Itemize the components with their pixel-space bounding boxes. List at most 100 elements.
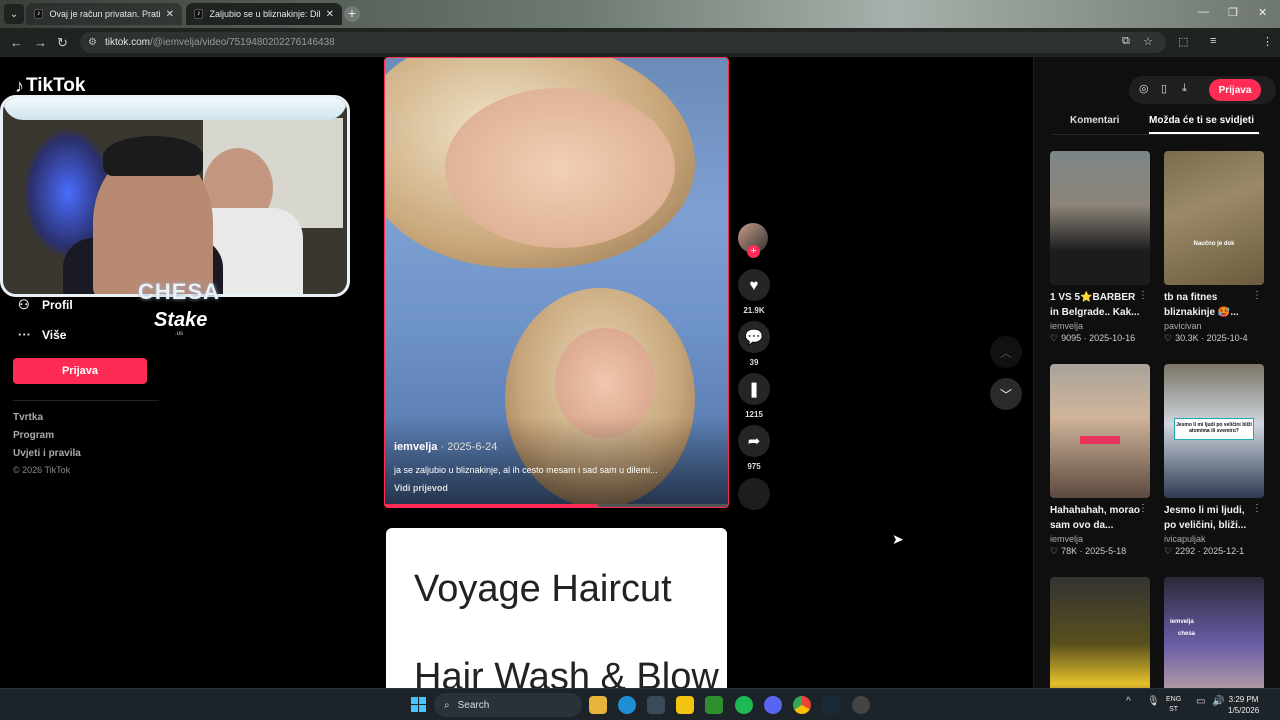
reading-list-icon[interactable]: ≡ bbox=[1210, 35, 1216, 47]
store-icon[interactable] bbox=[647, 696, 665, 714]
edge-icon[interactable] bbox=[618, 696, 636, 714]
card-author[interactable]: ivicapuljak bbox=[1164, 534, 1264, 544]
install-app-icon[interactable]: ⧉ bbox=[1122, 35, 1130, 48]
back-icon[interactable]: ← bbox=[10, 35, 23, 50]
recommended-video-card[interactable]: 1 VS 5⭐BARBER in Belgrade.. Kak... ⋮ iem… bbox=[1050, 151, 1150, 344]
site-info-icon[interactable]: ⚙ bbox=[88, 37, 97, 48]
recommended-video-card[interactable]: Jesmo li mi ljudi po veličini bliži atom… bbox=[1164, 364, 1264, 557]
video-progress-bar[interactable] bbox=[385, 504, 728, 507]
more-options-icon[interactable]: ⋮ bbox=[1252, 290, 1262, 301]
tab-search-button[interactable]: ⌄ bbox=[4, 4, 24, 24]
video-thumbnail[interactable]: Jesmo li mi ljudi po veličini bliži atom… bbox=[1164, 364, 1264, 498]
music-disc[interactable] bbox=[738, 478, 770, 510]
file-explorer-icon[interactable] bbox=[589, 696, 607, 714]
reload-icon[interactable]: ↻ bbox=[57, 35, 68, 51]
footer-link-tvrtka[interactable]: Tvrtka bbox=[13, 412, 43, 423]
video-author[interactable]: iemvelja bbox=[394, 441, 437, 453]
discord-icon[interactable] bbox=[764, 696, 782, 714]
card-title[interactable]: tb na fitnes bliznakinje 🥵... bbox=[1164, 290, 1256, 320]
video-thumbnail[interactable] bbox=[1050, 577, 1150, 688]
close-tab-icon[interactable]: ✕ bbox=[166, 9, 174, 20]
comment-button[interactable]: 💬 bbox=[738, 321, 770, 353]
more-options-icon[interactable]: ⋮ bbox=[1252, 503, 1262, 514]
new-tab-button[interactable]: + bbox=[344, 6, 360, 22]
browser-tab-1[interactable]: ♪ Ovaj je račun privatan. Prati ov... ✕ bbox=[26, 3, 182, 25]
settings-icon[interactable] bbox=[852, 696, 870, 714]
steam-icon[interactable] bbox=[822, 696, 840, 714]
forward-icon[interactable]: → bbox=[34, 35, 47, 50]
video-thumbnail[interactable] bbox=[1050, 364, 1150, 498]
webcam-overlay bbox=[0, 95, 350, 297]
restore-icon[interactable]: ❐ bbox=[1228, 6, 1238, 19]
login-button[interactable]: Prijava bbox=[13, 358, 147, 384]
footer-link-program[interactable]: Program bbox=[13, 430, 54, 441]
card-author[interactable]: iemvelja bbox=[1050, 321, 1150, 331]
video-thumbnail[interactable]: Naučno je dok bbox=[1164, 151, 1264, 285]
login-button-top[interactable]: Prijava bbox=[1209, 79, 1261, 101]
next-video-button[interactable]: ﹀ bbox=[990, 378, 1022, 410]
taskbar-search[interactable]: ⌕ Search bbox=[434, 693, 582, 717]
more-options-icon[interactable]: ⋮ bbox=[1138, 503, 1148, 514]
browser-menu-icon[interactable]: ⋮ bbox=[1262, 35, 1273, 48]
footer-link-terms[interactable]: Uvjeti i pravila bbox=[13, 448, 81, 459]
minimize-icon[interactable]: — bbox=[1198, 6, 1209, 18]
speaker-icon[interactable]: 🔊 bbox=[1212, 696, 1224, 707]
card-author[interactable]: pavicivan bbox=[1164, 321, 1264, 331]
next-video-preview[interactable]: Voyage Haircut Hair Wash & Blow bbox=[386, 528, 727, 688]
recommended-video-card[interactable]: Hahahahah, morao sam ovo da... ⋮ iemvelj… bbox=[1050, 364, 1150, 557]
download-icon[interactable]: ⤓ bbox=[1182, 82, 1187, 95]
translate-link[interactable]: Vidi prijevod bbox=[394, 483, 448, 493]
video-thumbnail[interactable] bbox=[1050, 151, 1150, 285]
notes-icon[interactable] bbox=[676, 696, 694, 714]
card-title[interactable]: 1 VS 5⭐BARBER in Belgrade.. Kak... bbox=[1050, 290, 1142, 320]
previous-video-button[interactable]: ︿ bbox=[990, 336, 1022, 368]
taskbar-clock[interactable]: 3:29 PM 1/5/2026 bbox=[1228, 694, 1259, 716]
video-player[interactable]: iemvelja · 2025-6-24 ja se zaljubio u bl… bbox=[384, 57, 729, 508]
card-title[interactable]: Hahahahah, morao sam ovo da... bbox=[1050, 503, 1142, 533]
next-video-text-1: Voyage Haircut bbox=[414, 568, 672, 610]
windows-start-icon[interactable] bbox=[411, 697, 427, 713]
tab-komentari[interactable]: Komentari bbox=[1070, 115, 1119, 126]
tab-recommendations[interactable]: Možda će ti se svidjeti bbox=[1149, 115, 1254, 126]
sidebar-item-profil[interactable]: ⚇ Profil bbox=[18, 297, 73, 313]
recommended-video-card[interactable] bbox=[1050, 577, 1150, 688]
card-author[interactable]: iemvelja bbox=[1050, 534, 1150, 544]
more-options-icon[interactable]: ⋮ bbox=[1138, 290, 1148, 301]
follow-plus-icon[interactable]: + bbox=[747, 245, 760, 258]
recommended-video-card[interactable]: iemvelja chesa bbox=[1164, 577, 1264, 688]
compass-icon[interactable]: ◎ bbox=[1139, 82, 1149, 95]
video-subject-face bbox=[445, 88, 675, 248]
spotify-icon[interactable] bbox=[735, 696, 753, 714]
close-window-icon[interactable]: ✕ bbox=[1258, 6, 1267, 19]
close-tab-icon[interactable]: ✕ bbox=[326, 9, 334, 20]
xbox-icon[interactable] bbox=[705, 696, 723, 714]
extensions-icon[interactable]: ⬚ bbox=[1178, 35, 1188, 48]
user-icon: ⚇ bbox=[18, 297, 30, 312]
like-button[interactable]: ♥ bbox=[738, 269, 770, 301]
card-date: 2025-10-4 bbox=[1206, 333, 1248, 343]
card-title[interactable]: Jesmo li mi ljudi, po veličini, bliži... bbox=[1164, 503, 1256, 533]
microphone-icon[interactable]: 🎙 bbox=[1147, 696, 1160, 707]
sponsor-suffix: .us bbox=[175, 331, 184, 337]
save-button[interactable]: ❚ bbox=[738, 373, 770, 405]
share-button[interactable]: ➦ bbox=[738, 425, 770, 457]
device-icon[interactable]: ▯ bbox=[1161, 82, 1167, 95]
url-field[interactable]: ⚙ tiktok.com/@iemvelja/video/75194802022… bbox=[80, 32, 1166, 53]
video-caption: ja se zaljubio u bliznakinje, al ih cest… bbox=[394, 465, 658, 475]
card-date: 2025-5-18 bbox=[1085, 546, 1127, 556]
search-icon: ⌕ bbox=[444, 699, 450, 711]
recommended-video-card[interactable]: Naučno je dok tb na fitnes bliznakinje 🥵… bbox=[1164, 151, 1264, 344]
chrome-icon[interactable] bbox=[793, 696, 811, 714]
tiktok-logo[interactable]: ♪ TikTok bbox=[15, 75, 85, 97]
heart-outline-icon: ♡ bbox=[1050, 333, 1059, 343]
video-author-line[interactable]: iemvelja · 2025-6-24 bbox=[394, 441, 497, 453]
video-thumbnail[interactable]: iemvelja chesa bbox=[1164, 577, 1264, 688]
input-language[interactable]: ENG ST bbox=[1166, 695, 1181, 715]
bookmark-star-icon[interactable]: ☆ bbox=[1143, 35, 1153, 48]
save-count: 1215 bbox=[745, 410, 763, 419]
sidebar-item-vise[interactable]: ··· Više bbox=[18, 327, 66, 342]
browser-tab-2[interactable]: ♪ Zaljubio se u bliznakinje: Dilem... ✕ bbox=[186, 3, 342, 25]
monitor-icon[interactable]: ▭ bbox=[1196, 696, 1205, 707]
video-shade bbox=[385, 417, 728, 507]
chevron-up-tray-icon[interactable]: ^ bbox=[1126, 696, 1131, 707]
